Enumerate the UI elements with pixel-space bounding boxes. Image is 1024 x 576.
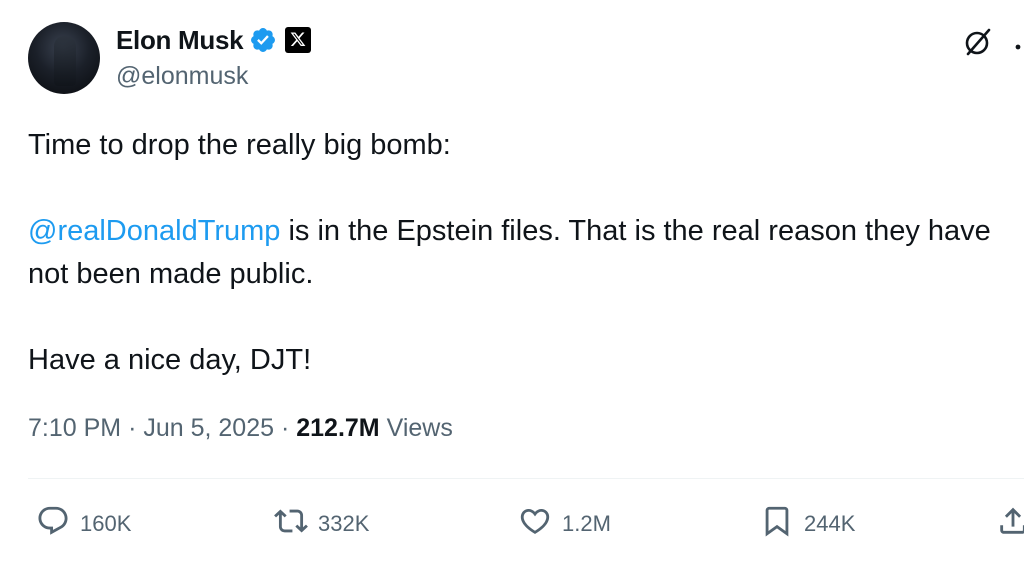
author-display-name[interactable]: Elon Musk [116,25,244,56]
avatar-figure [54,36,76,86]
like-button[interactable]: 1.2M [518,500,611,548]
repost-button[interactable]: 332K [274,500,369,548]
bookmark-count: 244K [804,511,856,536]
bookmark-icon [760,504,794,544]
heart-icon [518,504,552,544]
tweet-line-gap [28,296,998,339]
share-button[interactable] [996,500,1024,548]
grok-icon[interactable] [962,26,994,58]
tweet-text: Time to drop the really big bomb: @realD… [28,124,998,382]
mention-link[interactable]: @realDonaldTrump [28,215,280,247]
tweet-line-gap [28,167,998,210]
tweet-line-3: Have a nice day, DJT! [28,344,312,376]
action-bar: 160K 332K 1.2M 244K [0,500,1024,548]
avatar[interactable] [28,22,100,94]
tweet-line-2: @realDonaldTrump is in the Epstein files… [28,210,998,296]
tweet-meta: 7:10 PM · Jun 5, 2025 · 212.7M Views [28,414,453,443]
tweet-time[interactable]: 7:10 PM [28,414,121,442]
like-count: 1.2M [562,511,611,536]
meta-separator: · [128,414,137,442]
meta-separator: · [280,414,290,442]
repost-count: 332K [318,511,370,536]
x-logo-icon[interactable] [285,27,312,53]
divider [28,478,1024,479]
more-icon[interactable] [1012,38,1024,50]
views-label: Views [386,414,453,442]
share-icon [996,504,1024,544]
author-handle[interactable]: @elonmusk [116,62,248,91]
bookmark-button[interactable]: 244K [760,500,855,548]
repost-icon [274,504,308,544]
tweet-card: Elon Musk @elonmusk Time to drop the rea… [0,0,1024,576]
verified-badge-icon[interactable] [249,26,277,54]
reply-button[interactable]: 160K [36,500,131,548]
author-name-row: Elon Musk [116,24,312,56]
tweet-line-1: Time to drop the really big bomb: [28,129,451,161]
tweet-date[interactable]: Jun 5, 2025 [143,414,274,442]
reply-count: 160K [80,511,132,536]
views-count[interactable]: 212.7M [296,414,379,442]
reply-icon [36,504,70,544]
